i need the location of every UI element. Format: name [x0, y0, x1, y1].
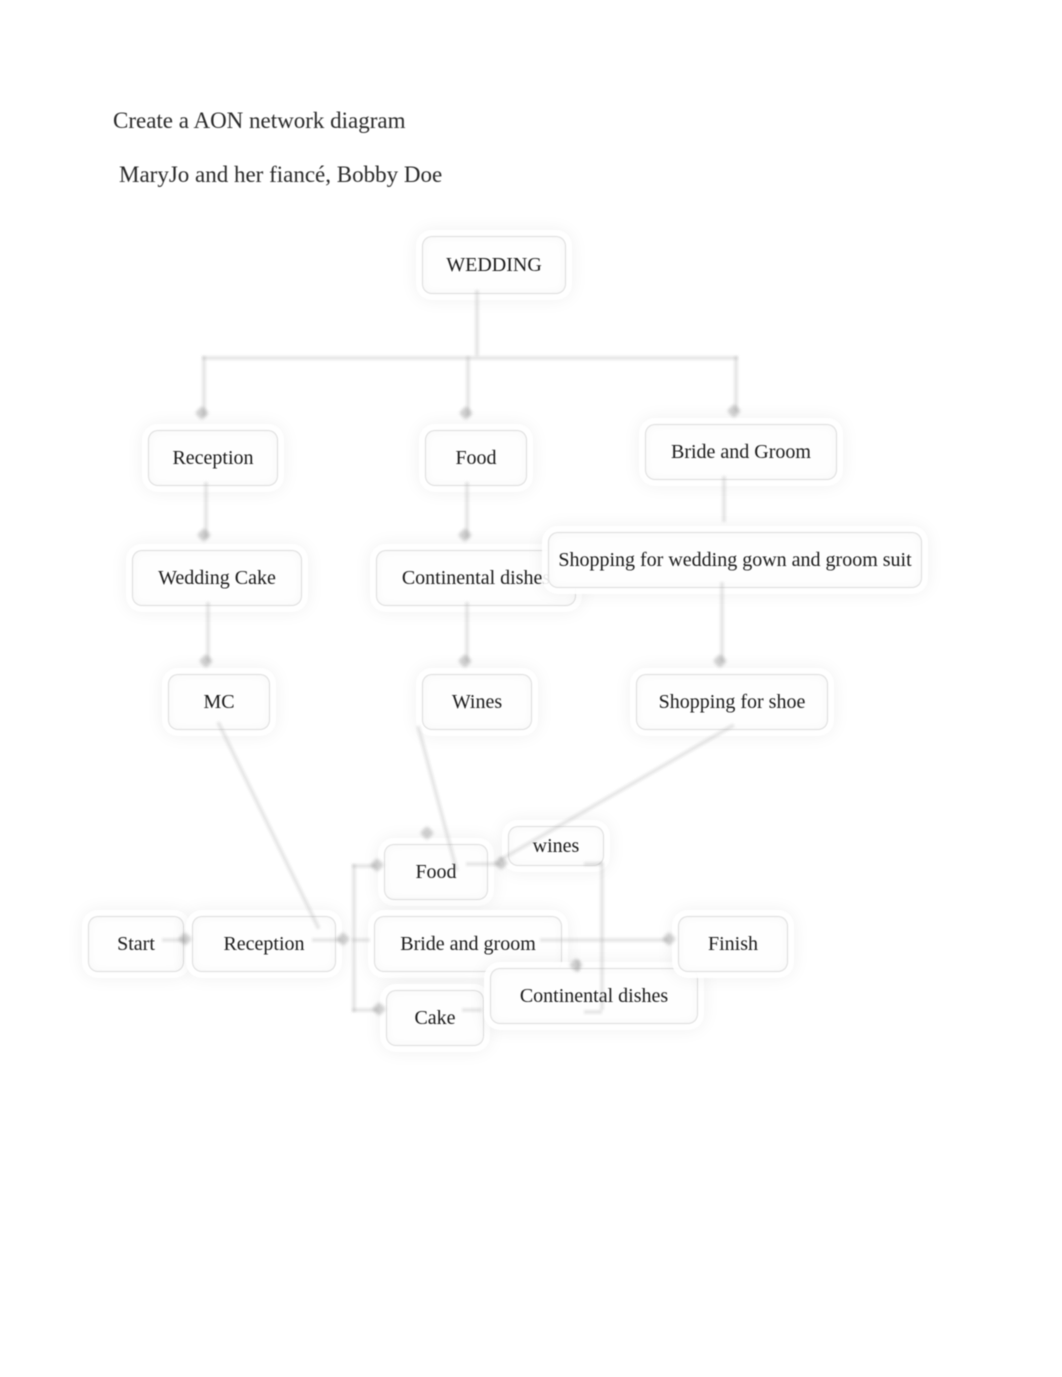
node-label: Bride and Groom — [671, 441, 811, 464]
node-label: Start — [117, 933, 155, 956]
node-food-2: Food — [384, 844, 488, 900]
node-label: Shopping for wedding gown and groom suit — [558, 549, 911, 572]
arrow-icon — [197, 528, 211, 542]
node-shopping-shoe: Shopping for shoe — [636, 674, 828, 730]
node-food: Food — [425, 430, 527, 486]
arrow-icon — [336, 932, 350, 946]
node-bride-groom-2: Bride and groom — [374, 916, 562, 972]
node-label: Continental dishes — [402, 567, 550, 590]
arrow-icon — [458, 528, 472, 542]
connector — [600, 938, 668, 942]
arrow-icon — [195, 406, 209, 420]
node-label: Cake — [414, 1007, 455, 1030]
node-continental: Continental dishes — [376, 550, 576, 606]
arrow-icon — [713, 654, 727, 668]
node-label: Bride and groom — [400, 933, 536, 956]
connector — [584, 1010, 602, 1014]
connector — [462, 1008, 482, 1012]
node-wedding-cake: Wedding Cake — [132, 550, 302, 606]
connector — [475, 290, 479, 356]
node-label: Shopping for shoe — [659, 691, 806, 714]
node-shopping-gown: Shopping for wedding gown and groom suit — [548, 532, 922, 588]
node-continental-2: Continental dishes — [490, 968, 698, 1024]
node-label: MC — [203, 691, 234, 714]
node-finish: Finish — [678, 916, 788, 972]
node-label: Continental dishes — [520, 985, 668, 1008]
node-cake-2: Cake — [386, 990, 484, 1046]
arrow-icon — [372, 1002, 386, 1016]
arrow-icon — [727, 404, 741, 418]
node-label: Food — [455, 447, 496, 470]
node-reception: Reception — [148, 430, 278, 486]
page-subtitle: MaryJo and her fiancé, Bobby Doe — [119, 162, 442, 188]
node-wines: Wines — [422, 674, 532, 730]
connector — [352, 938, 370, 942]
connector — [216, 721, 320, 929]
connector — [600, 862, 604, 1010]
connector — [540, 938, 600, 942]
arrow-icon — [459, 406, 473, 420]
connector — [465, 602, 469, 662]
connector — [206, 602, 210, 662]
arrow-icon — [420, 826, 434, 840]
node-label: Food — [415, 861, 456, 884]
arrow-icon — [662, 932, 676, 946]
arrow-icon — [199, 654, 213, 668]
node-bride-groom: Bride and Groom — [645, 424, 837, 480]
node-start: Start — [88, 916, 184, 972]
arrow-icon — [458, 654, 472, 668]
connector — [202, 356, 738, 360]
diagram-canvas: Create a AON network diagram MaryJo and … — [0, 0, 1062, 1377]
page-title: Create a AON network diagram — [113, 108, 406, 134]
node-label: Wedding Cake — [158, 567, 276, 590]
connector — [720, 582, 724, 662]
node-label: WEDDING — [446, 254, 542, 277]
node-label: Finish — [708, 933, 758, 956]
node-label: Reception — [223, 933, 304, 956]
arrow-icon — [370, 858, 384, 872]
node-wedding: WEDDING — [422, 236, 566, 294]
node-label: Reception — [172, 447, 253, 470]
connector — [499, 723, 735, 861]
connector — [722, 476, 726, 522]
connector — [584, 862, 602, 866]
node-label: Wines — [452, 691, 502, 714]
